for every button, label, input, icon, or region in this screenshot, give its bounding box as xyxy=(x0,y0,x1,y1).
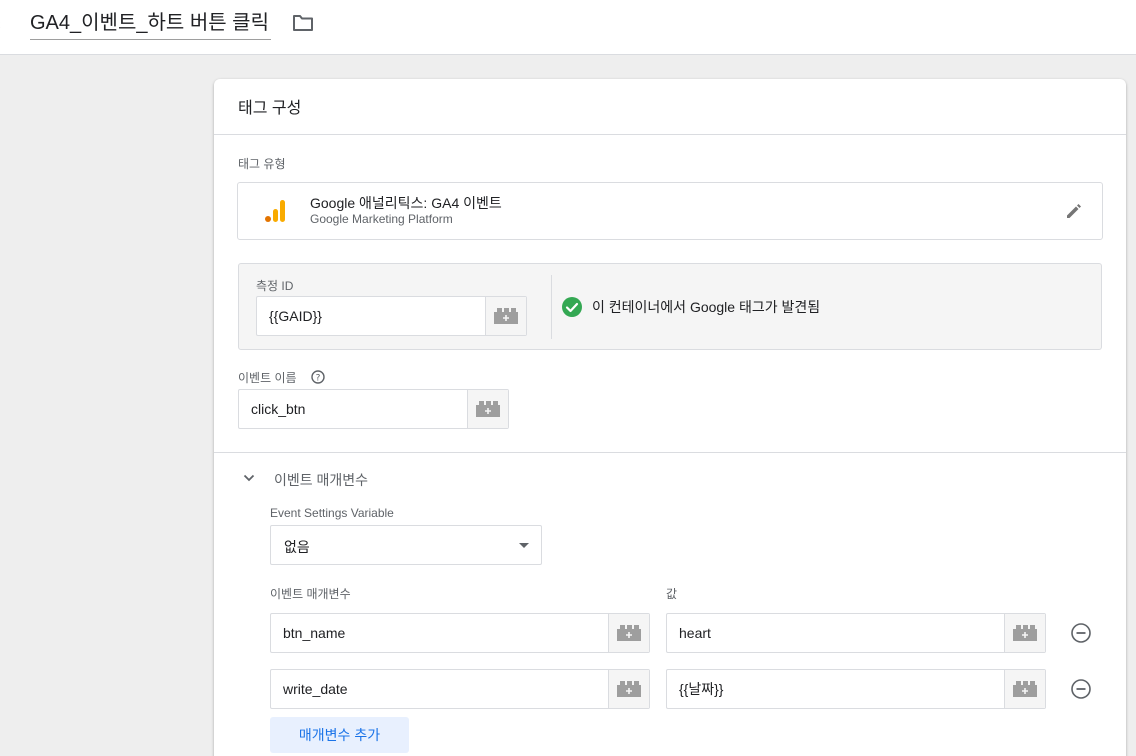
tag-configuration-card: 태그 구성 태그 유형 Google 애널리틱스: GA4 이벤트 Google… xyxy=(214,79,1126,756)
variable-brick-icon xyxy=(476,401,500,417)
remove-row-icon[interactable] xyxy=(1070,678,1092,700)
event-name-input[interactable] xyxy=(239,390,467,428)
google-tag-found-text: 이 컨테이너에서 Google 태그가 발견됨 xyxy=(592,299,821,315)
param-value-input[interactable] xyxy=(667,670,1004,708)
param-value-field xyxy=(666,669,1046,709)
variable-brick-icon xyxy=(1013,625,1037,641)
event-settings-variable-select[interactable]: 없음 xyxy=(270,525,542,565)
tag-name-input[interactable]: GA4_이벤트_하트 버튼 클릭 xyxy=(30,10,271,40)
event-name-field xyxy=(238,389,509,429)
folder-icon[interactable] xyxy=(292,13,314,33)
param-name-field xyxy=(270,613,650,653)
tag-type-platform: Google Marketing Platform xyxy=(310,212,453,226)
value-column-header: 값 xyxy=(666,587,678,601)
measurement-id-label: 측정 ID xyxy=(256,279,294,293)
param-column-header: 이벤트 매개변수 xyxy=(270,587,351,601)
card-divider xyxy=(214,134,1126,135)
variable-brick-icon xyxy=(494,308,518,324)
measurement-id-input[interactable] xyxy=(257,297,485,335)
pencil-icon[interactable] xyxy=(1064,201,1084,221)
param-name-input[interactable] xyxy=(271,614,608,652)
measurement-id-field xyxy=(256,296,527,336)
chevron-down-icon[interactable] xyxy=(242,471,256,485)
tag-type-label: 태그 유형 xyxy=(238,157,286,171)
measurement-id-section: 측정 ID 이 컨테이너에서 Google 태그가 발견됨 xyxy=(238,263,1102,350)
add-parameter-button[interactable]: 매개변수 추가 xyxy=(270,717,409,753)
variable-brick-icon xyxy=(1013,681,1037,697)
param-value-variable-button[interactable] xyxy=(1004,670,1045,708)
tag-type-name: Google 애널리틱스: GA4 이벤트 xyxy=(310,195,502,211)
measurement-divider xyxy=(551,275,552,339)
remove-row-icon[interactable] xyxy=(1070,622,1092,644)
param-name-variable-button[interactable] xyxy=(608,670,649,708)
measurement-id-variable-button[interactable] xyxy=(485,297,526,335)
variable-brick-icon xyxy=(617,681,641,697)
select-value: 없음 xyxy=(284,539,310,555)
param-name-field xyxy=(270,669,650,709)
param-value-variable-button[interactable] xyxy=(1004,614,1045,652)
card-title: 태그 구성 xyxy=(238,100,302,117)
check-circle-icon xyxy=(562,297,582,317)
event-settings-variable-label: Event Settings Variable xyxy=(270,506,394,520)
tag-type-selector[interactable]: Google 애널리틱스: GA4 이벤트 Google Marketing P… xyxy=(237,182,1103,240)
dropdown-caret-icon xyxy=(519,543,529,548)
param-value-field xyxy=(666,613,1046,653)
svg-text:?: ? xyxy=(316,374,321,384)
google-analytics-icon xyxy=(265,200,285,222)
param-name-variable-button[interactable] xyxy=(608,614,649,652)
back-chevron-icon[interactable]: ‹ xyxy=(0,16,6,32)
param-name-input[interactable] xyxy=(271,670,608,708)
event-name-label: 이벤트 이름 xyxy=(238,371,297,385)
section-divider xyxy=(214,452,1126,453)
variable-brick-icon xyxy=(617,625,641,641)
top-bar: ‹ GA4_이벤트_하트 버튼 클릭 xyxy=(0,0,1136,55)
help-icon[interactable]: ? xyxy=(311,370,325,384)
event-parameters-toggle[interactable]: 이벤트 매개변수 xyxy=(274,470,368,490)
param-value-input[interactable] xyxy=(667,614,1004,652)
event-name-variable-button[interactable] xyxy=(467,390,508,428)
